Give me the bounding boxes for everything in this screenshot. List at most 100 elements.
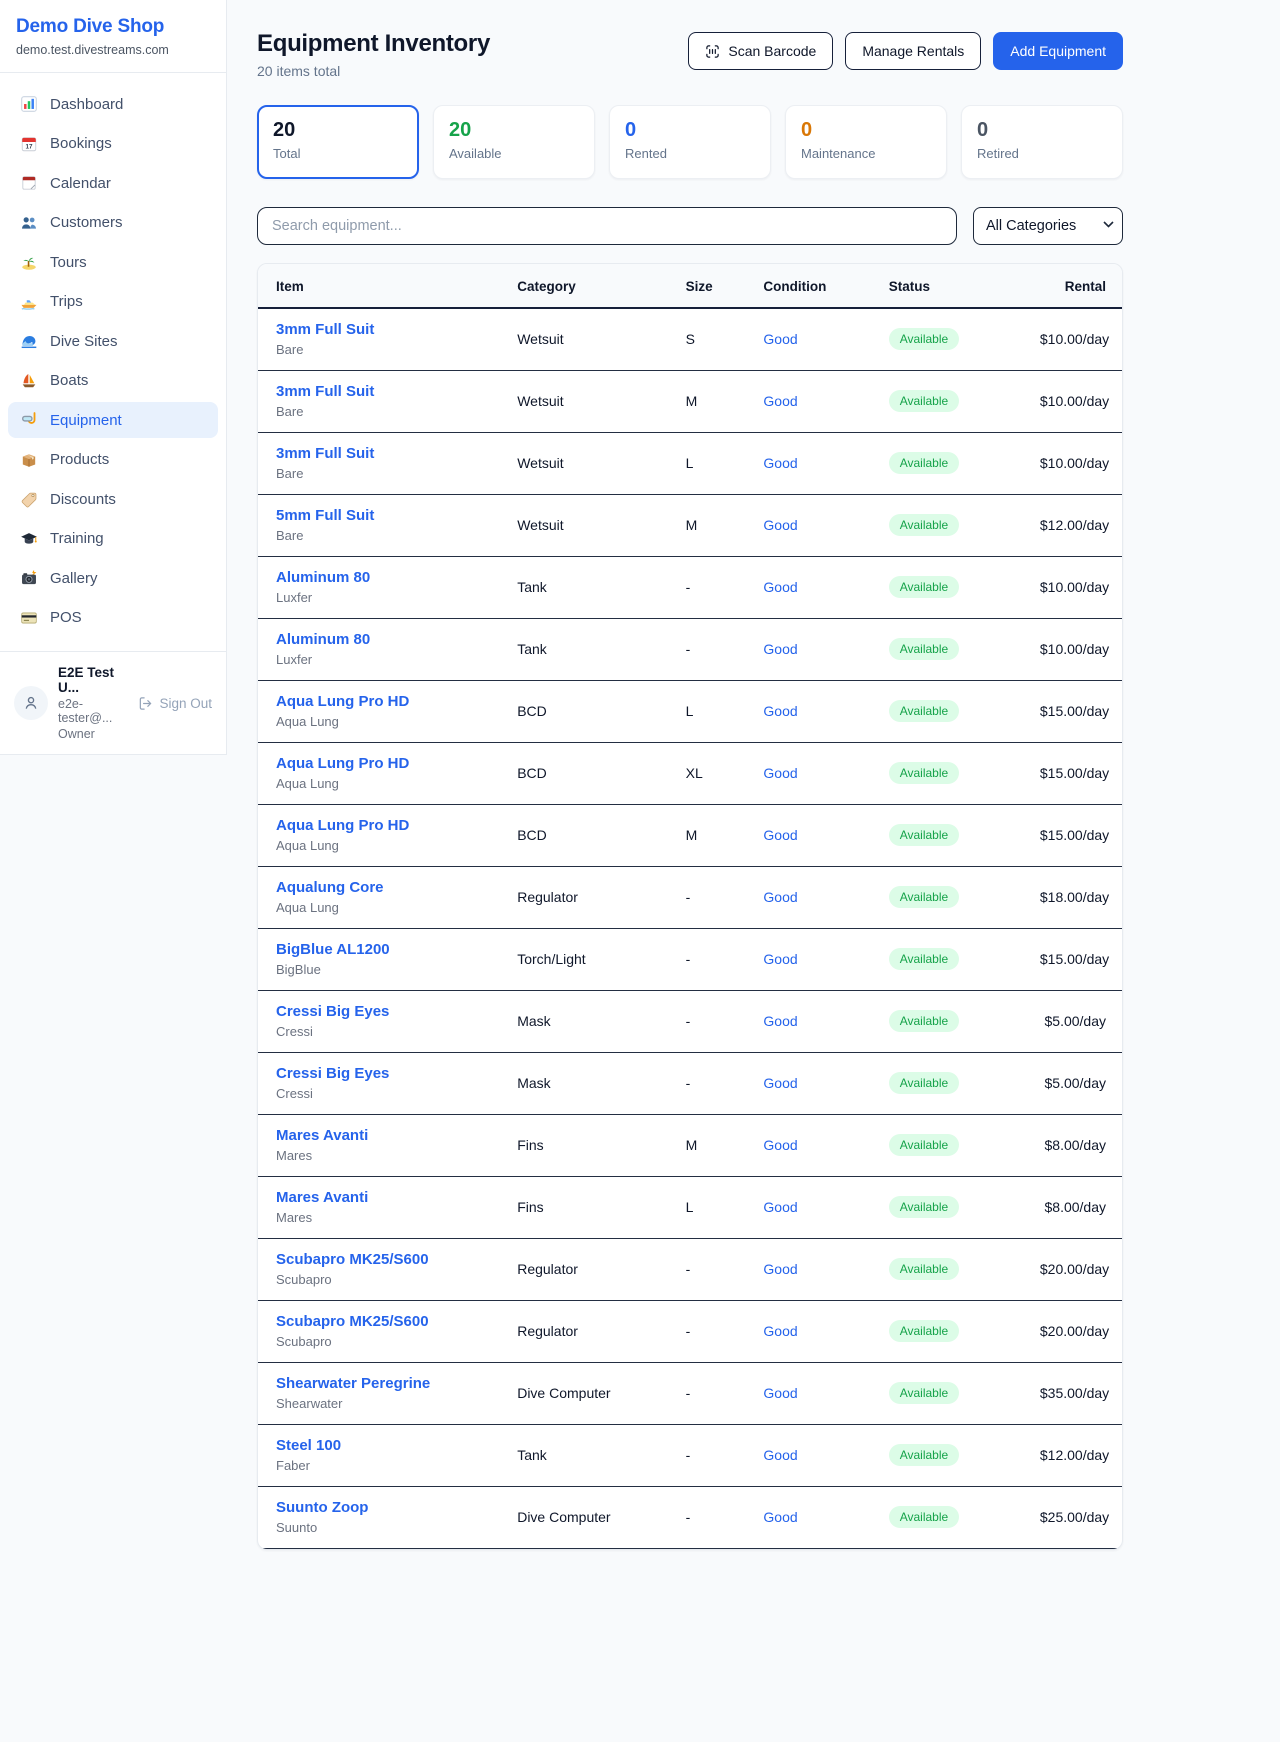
status-badge: Available xyxy=(889,452,959,474)
condition-link[interactable]: Good xyxy=(763,641,797,657)
sidebar-item[interactable]: Tours xyxy=(8,244,218,280)
condition-link[interactable]: Good xyxy=(763,951,797,967)
item-name-link[interactable]: 5mm Full Suit xyxy=(276,507,517,524)
condition-link[interactable]: Good xyxy=(763,1323,797,1339)
condition-link[interactable]: Good xyxy=(763,1509,797,1525)
col-category: Category xyxy=(517,264,685,308)
condition-link[interactable]: Good xyxy=(763,889,797,905)
item-brand: Bare xyxy=(276,404,517,419)
condition-link[interactable]: Good xyxy=(763,1199,797,1215)
item-category: Wetsuit xyxy=(517,432,685,494)
stat-label: Retired xyxy=(977,146,1107,161)
item-name-link[interactable]: Shearwater Peregrine xyxy=(276,1375,517,1392)
condition-link[interactable]: Good xyxy=(763,393,797,409)
sidebar-item[interactable]: Trips xyxy=(8,284,218,320)
sidebar-item-label: Calendar xyxy=(50,175,111,192)
item-name-link[interactable]: 3mm Full Suit xyxy=(276,321,517,338)
item-name-link[interactable]: Mares Avanti xyxy=(276,1127,517,1144)
condition-link[interactable]: Good xyxy=(763,517,797,533)
item-name-link[interactable]: Aluminum 80 xyxy=(276,569,517,586)
user-email: e2e-tester@... xyxy=(58,697,128,725)
item-name-link[interactable]: Suunto Zoop xyxy=(276,1499,517,1516)
condition-link[interactable]: Good xyxy=(763,1261,797,1277)
condition-link[interactable]: Good xyxy=(763,1447,797,1463)
sign-out-button[interactable]: Sign Out xyxy=(138,696,212,711)
stat-card[interactable]: 0 Retired xyxy=(961,105,1123,179)
search-input[interactable] xyxy=(257,207,957,245)
scan-barcode-label: Scan Barcode xyxy=(728,43,816,59)
condition-link[interactable]: Good xyxy=(763,1137,797,1153)
item-name-link[interactable]: 3mm Full Suit xyxy=(276,445,517,462)
svg-text:17: 17 xyxy=(25,143,33,150)
person-icon xyxy=(22,694,40,712)
sidebar-item[interactable]: Equipment xyxy=(8,402,218,438)
condition-link[interactable]: Good xyxy=(763,1075,797,1091)
condition-link[interactable]: Good xyxy=(763,1385,797,1401)
manage-rentals-label: Manage Rentals xyxy=(862,43,964,59)
condition-link[interactable]: Good xyxy=(763,579,797,595)
sidebar-item[interactable]: Boats xyxy=(8,363,218,399)
stat-card[interactable]: 20 Total xyxy=(257,105,419,179)
item-name-link[interactable]: Cressi Big Eyes xyxy=(276,1065,517,1082)
sidebar-item[interactable]: Calendar xyxy=(8,165,218,201)
condition-link[interactable]: Good xyxy=(763,455,797,471)
item-category: Fins xyxy=(517,1176,685,1238)
sidebar-item[interactable]: Gallery xyxy=(8,560,218,596)
item-name-link[interactable]: 3mm Full Suit xyxy=(276,383,517,400)
sidebar-item[interactable]: Products xyxy=(8,442,218,478)
add-equipment-button[interactable]: Add Equipment xyxy=(993,32,1123,70)
stat-card[interactable]: 0 Maintenance xyxy=(785,105,947,179)
condition-link[interactable]: Good xyxy=(763,703,797,719)
item-name-link[interactable]: Mares Avanti xyxy=(276,1189,517,1206)
status-badge: Available xyxy=(889,948,959,970)
sidebar-item-label: Trips xyxy=(50,293,83,310)
item-name-link[interactable]: Cressi Big Eyes xyxy=(276,1003,517,1020)
sidebar-item[interactable]: Dive Sites xyxy=(8,323,218,359)
item-category: Regulator xyxy=(517,866,685,928)
condition-link[interactable]: Good xyxy=(763,331,797,347)
manage-rentals-button[interactable]: Manage Rentals xyxy=(845,32,981,70)
item-brand: Luxfer xyxy=(276,652,517,667)
item-rental: $15.00/day xyxy=(1040,804,1122,866)
item-name-link[interactable]: Aluminum 80 xyxy=(276,631,517,648)
condition-link[interactable]: Good xyxy=(763,827,797,843)
item-name-link[interactable]: Aqua Lung Pro HD xyxy=(276,817,517,834)
item-size: XL xyxy=(686,742,764,804)
table-row: Aqua Lung Pro HD Aqua Lung BCD M Good Av… xyxy=(258,804,1122,866)
scan-barcode-button[interactable]: Scan Barcode xyxy=(688,32,833,70)
add-equipment-label: Add Equipment xyxy=(1010,43,1106,59)
condition-link[interactable]: Good xyxy=(763,765,797,781)
item-category: BCD xyxy=(517,742,685,804)
condition-link[interactable]: Good xyxy=(763,1013,797,1029)
item-name-link[interactable]: Steel 100 xyxy=(276,1437,517,1454)
item-category: Torch/Light xyxy=(517,928,685,990)
item-name-link[interactable]: Aqualung Core xyxy=(276,879,517,896)
stat-card[interactable]: 20 Available xyxy=(433,105,595,179)
status-badge: Available xyxy=(889,886,959,908)
shop-name[interactable]: Demo Dive Shop xyxy=(16,16,210,38)
table-row: Aluminum 80 Luxfer Tank - Good Available… xyxy=(258,618,1122,680)
status-badge: Available xyxy=(889,1320,959,1342)
stat-label: Total xyxy=(273,146,403,161)
sidebar-item[interactable]: Customers xyxy=(8,205,218,241)
item-rental: $15.00/day xyxy=(1040,928,1122,990)
sidebar-item[interactable]: Discounts xyxy=(8,481,218,517)
item-name-link[interactable]: Scubapro MK25/S600 xyxy=(276,1313,517,1330)
item-name-link[interactable]: BigBlue AL1200 xyxy=(276,941,517,958)
item-name-link[interactable]: Scubapro MK25/S600 xyxy=(276,1251,517,1268)
item-brand: Suunto xyxy=(276,1520,517,1535)
table-row: Aqua Lung Pro HD Aqua Lung BCD XL Good A… xyxy=(258,742,1122,804)
equipment-table-card: Item Category Size Condition Status Rent… xyxy=(257,263,1123,1550)
stat-card[interactable]: 0 Rented xyxy=(609,105,771,179)
sidebar-item-label: Discounts xyxy=(50,491,116,508)
sidebar-item[interactable]: POS xyxy=(8,600,218,636)
avatar xyxy=(14,686,48,720)
sidebar-item[interactable]: Training xyxy=(8,521,218,557)
sidebar-item[interactable]: Dashboard xyxy=(8,86,218,122)
category-select[interactable]: All Categories xyxy=(973,207,1123,245)
item-brand: Mares xyxy=(276,1148,517,1163)
sidebar-item[interactable]: 17 Bookings xyxy=(8,126,218,162)
item-name-link[interactable]: Aqua Lung Pro HD xyxy=(276,693,517,710)
item-name-link[interactable]: Aqua Lung Pro HD xyxy=(276,755,517,772)
items-total: 20 items total xyxy=(257,63,490,79)
